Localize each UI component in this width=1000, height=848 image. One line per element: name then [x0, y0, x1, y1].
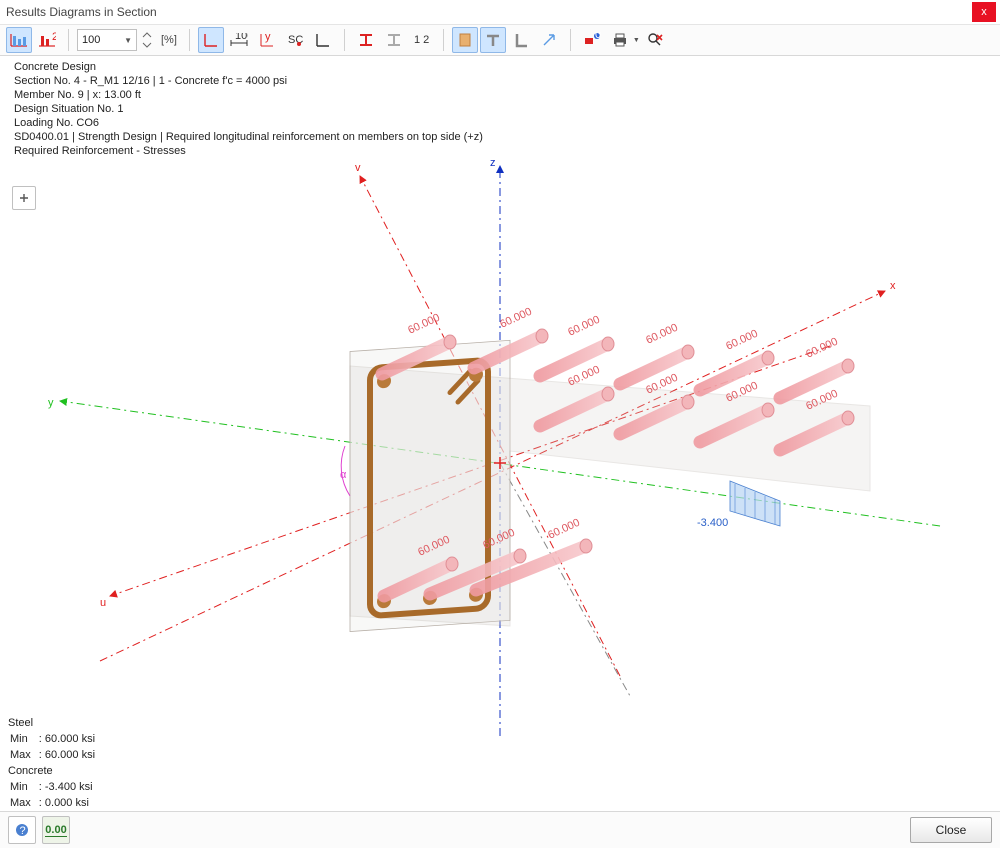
zoom-unit: [%]	[161, 34, 177, 46]
search-delete-button[interactable]	[642, 27, 668, 53]
i-section-gray-button[interactable]	[381, 27, 407, 53]
svg-text:1 2 3: 1 2 3	[414, 34, 431, 46]
svg-text:v: v	[355, 162, 361, 174]
legend-label: Max	[10, 796, 37, 810]
legend-label: Min	[10, 732, 37, 746]
close-button[interactable]: Close	[910, 817, 992, 843]
diagram-canvas[interactable]: z y x u v α	[0, 56, 1000, 736]
axis-dir-button[interactable]	[536, 27, 562, 53]
legend-label: Max	[10, 748, 37, 762]
zoom-stepper[interactable]	[139, 27, 155, 53]
toolbar-separator	[443, 29, 444, 51]
section-corner-button[interactable]	[310, 27, 336, 53]
svg-text:2: 2	[52, 32, 56, 43]
expand-toggle[interactable]	[12, 186, 36, 210]
slab-surface	[350, 366, 870, 626]
fill-section-button[interactable]	[452, 27, 478, 53]
svg-text:60.000: 60.000	[406, 312, 442, 337]
svg-text:0: 0	[595, 32, 601, 41]
svg-text:-3.400: -3.400	[697, 517, 728, 529]
svg-text:y: y	[48, 397, 54, 409]
legend-value: : 60.000 ksi	[39, 748, 101, 762]
print-button[interactable]	[607, 27, 633, 53]
stress-points-button[interactable]: SC	[282, 27, 308, 53]
toolbar-separator	[68, 29, 69, 51]
svg-text:u: u	[100, 597, 106, 609]
legend-value: : -3.400 ksi	[39, 780, 99, 794]
i-section-red-button[interactable]	[353, 27, 379, 53]
results-member-button[interactable]: 0	[579, 27, 605, 53]
legend-value: : 0.000 ksi	[39, 796, 99, 810]
svg-text:60.000: 60.000	[546, 517, 582, 542]
window-close-button[interactable]: x	[972, 2, 996, 22]
svg-text:α: α	[340, 469, 347, 481]
legend-steel-header: Steel	[8, 716, 103, 730]
chevron-down-icon: ▼	[124, 36, 132, 45]
legend-label: Min	[10, 780, 37, 794]
legend-concrete-header: Concrete	[8, 764, 103, 778]
decimals-button[interactable]: 0.00	[42, 816, 70, 844]
svg-text:60.000: 60.000	[566, 314, 602, 339]
zoom-dropdown[interactable]: 100 ▼	[77, 29, 137, 51]
diagram-toggle-2-button[interactable]: 2	[34, 27, 60, 53]
zoom-value: 100	[82, 34, 100, 46]
toolbar-separator	[570, 29, 571, 51]
svg-text:y: y	[265, 32, 271, 43]
toolbar-separator	[189, 29, 190, 51]
view-xyz-button[interactable]	[198, 27, 224, 53]
l-section-button[interactable]	[508, 27, 534, 53]
svg-text:100: 100	[235, 33, 248, 42]
svg-text:60.000: 60.000	[644, 322, 680, 347]
window-title: Results Diagrams in Section	[4, 5, 972, 19]
main-toolbar: 2 100 ▼ [%] 100 y SC 1 2 3 0 ▼	[0, 25, 1000, 56]
svg-text:x: x	[890, 280, 896, 292]
local-axes-button[interactable]: y	[254, 27, 280, 53]
toolbar-separator	[344, 29, 345, 51]
help-button[interactable]: ?	[8, 816, 36, 844]
svg-text:z: z	[490, 157, 496, 169]
title-bar: Results Diagrams in Section x	[0, 0, 1000, 25]
svg-text:60.000: 60.000	[804, 336, 840, 361]
diagram-toggle-1-button[interactable]	[6, 27, 32, 53]
svg-text:?: ?	[20, 825, 26, 837]
legend-value: : 60.000 ksi	[39, 732, 101, 746]
concrete-stress-wedge	[730, 481, 780, 526]
svg-text:60.000: 60.000	[724, 328, 760, 353]
footer-bar: ? 0.00 Close	[0, 811, 1000, 848]
svg-text:60.000: 60.000	[498, 306, 534, 331]
dimension-button[interactable]: 100	[226, 27, 252, 53]
legend-block: Steel Min: 60.000 ksi Max: 60.000 ksi Co…	[8, 716, 103, 812]
t-section-button[interactable]	[480, 27, 506, 53]
values-button[interactable]: 1 2 3	[409, 27, 435, 53]
print-dropdown-icon[interactable]: ▼	[633, 37, 640, 44]
